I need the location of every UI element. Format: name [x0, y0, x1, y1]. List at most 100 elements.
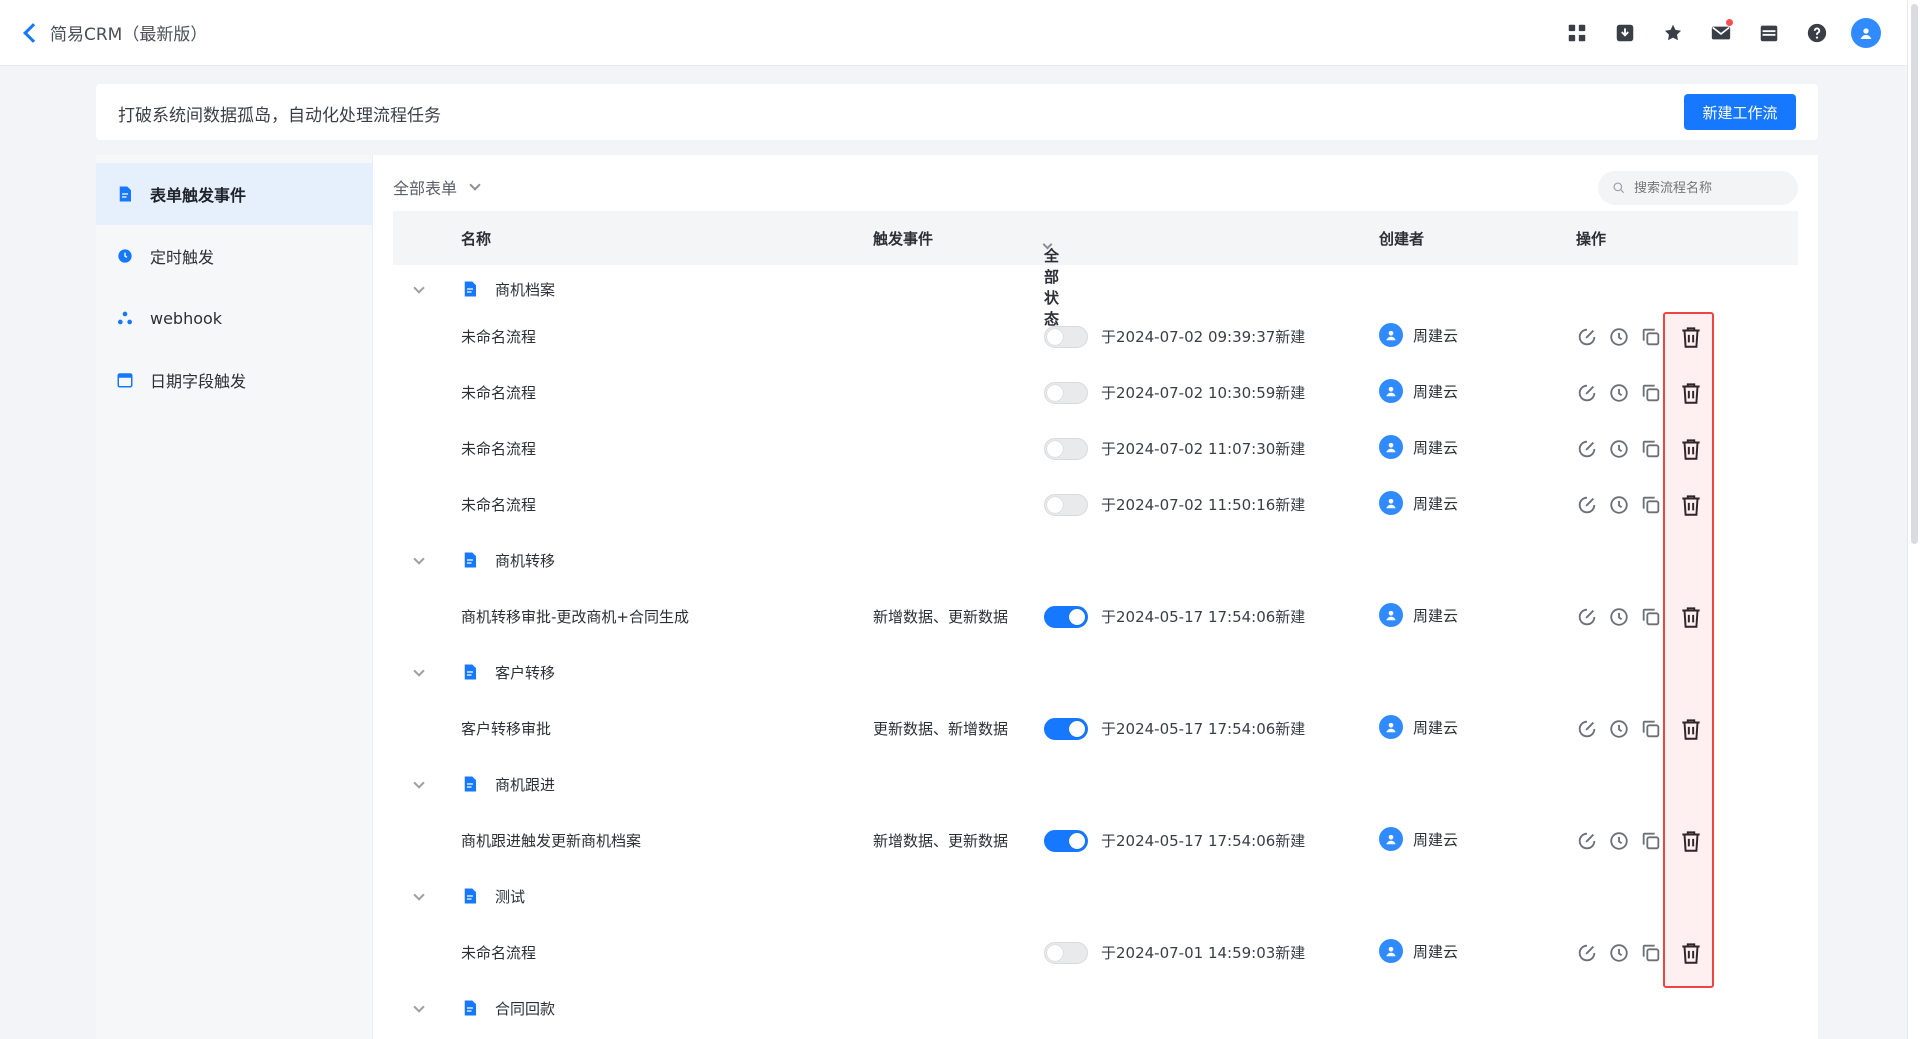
status-toggle[interactable] — [1044, 438, 1088, 460]
avatar — [1379, 939, 1403, 963]
edit-icon[interactable] — [1576, 830, 1598, 852]
status-toggle[interactable] — [1044, 830, 1088, 852]
table-row[interactable]: 未命名流程 于2024-07-02 11:07:30新建 周建云 — [393, 424, 1798, 472]
message-icon[interactable] — [1707, 19, 1735, 47]
sidebar-item-form-trigger[interactable]: 表单触发事件 — [96, 163, 373, 225]
toggle-knob — [1047, 441, 1063, 457]
workflow-name[interactable]: 未命名流程 — [461, 438, 536, 459]
table-row[interactable]: 未命名流程 于2024-07-01 14:59:03新建 周建云 — [393, 928, 1798, 976]
chevron-down-icon[interactable] — [413, 889, 425, 901]
workflow-name[interactable]: 客户转移审批 — [461, 718, 551, 739]
workflow-name[interactable]: 未命名流程 — [461, 326, 536, 347]
status-toggle[interactable] — [1044, 606, 1088, 628]
form-icon — [464, 664, 476, 680]
created-time: 于2024-07-02 11:07:30新建 — [1101, 440, 1306, 458]
help-icon[interactable] — [1803, 19, 1831, 47]
edit-icon[interactable] — [1576, 606, 1598, 628]
edit-icon[interactable] — [1576, 718, 1598, 740]
edit-icon[interactable] — [1576, 326, 1598, 348]
edit-icon[interactable] — [1576, 942, 1598, 964]
creator: 周建云 — [1379, 379, 1458, 403]
chevron-down-icon[interactable] — [413, 282, 425, 294]
calendar-icon[interactable] — [1755, 19, 1783, 47]
history-icon[interactable] — [1608, 718, 1630, 740]
sidebar-item-date-trigger[interactable]: 日期字段触发 — [96, 349, 373, 411]
webhook-icon — [116, 309, 134, 327]
edit-icon[interactable] — [1576, 438, 1598, 460]
chevron-left-icon — [23, 22, 43, 43]
trash-icon[interactable] — [1678, 604, 1704, 630]
history-icon[interactable] — [1608, 830, 1630, 852]
trash-icon[interactable] — [1678, 940, 1704, 966]
search-input[interactable] — [1634, 180, 1784, 196]
status-toggle[interactable] — [1044, 942, 1088, 964]
group-row[interactable]: 商机跟进 — [393, 760, 1798, 808]
creator: 周建云 — [1379, 323, 1458, 347]
creator-name: 周建云 — [1413, 494, 1459, 513]
form-filter-dropdown[interactable]: 全部表单 — [393, 175, 481, 199]
history-icon[interactable] — [1608, 942, 1630, 964]
copy-icon[interactable] — [1640, 438, 1662, 460]
trash-icon[interactable] — [1678, 324, 1704, 350]
table-row[interactable]: 未命名流程 于2024-07-02 11:50:16新建 周建云 — [393, 480, 1798, 528]
search-icon — [1613, 182, 1625, 194]
sidebar-item-webhook[interactable]: webhook — [96, 287, 373, 349]
copy-icon[interactable] — [1640, 494, 1662, 516]
page-scrollbar[interactable] — [1907, 0, 1921, 1039]
avatar[interactable] — [1851, 18, 1881, 48]
status-toggle[interactable] — [1044, 326, 1088, 348]
history-icon[interactable] — [1608, 438, 1630, 460]
download-icon[interactable] — [1611, 19, 1639, 47]
created-time: 于2024-05-17 17:54:06新建 — [1101, 608, 1306, 626]
apps-icon[interactable] — [1563, 19, 1591, 47]
scrollbar-thumb[interactable] — [1911, 4, 1918, 544]
copy-icon[interactable] — [1640, 382, 1662, 404]
trash-icon[interactable] — [1678, 716, 1704, 742]
status-toggle[interactable] — [1044, 382, 1088, 404]
copy-icon[interactable] — [1640, 718, 1662, 740]
history-icon[interactable] — [1608, 326, 1630, 348]
copy-icon[interactable] — [1640, 606, 1662, 628]
history-icon[interactable] — [1608, 606, 1630, 628]
status-toggle[interactable] — [1044, 494, 1088, 516]
trigger-events: 新增数据、更新数据 — [873, 608, 1009, 626]
trash-icon[interactable] — [1678, 828, 1704, 854]
history-icon[interactable] — [1608, 494, 1630, 516]
new-workflow-button[interactable]: 新建工作流 — [1684, 94, 1796, 130]
table-row[interactable]: 商机跟进触发更新商机档案 新增数据、更新数据 于2024-05-17 17:54:0… — [393, 816, 1798, 864]
avatar — [1379, 323, 1403, 347]
workflow-name[interactable]: 未命名流程 — [461, 382, 536, 403]
group-row[interactable]: 客户转移 — [393, 648, 1798, 696]
sidebar-item-timer-trigger[interactable]: 定时触发 — [96, 225, 373, 287]
status-toggle[interactable] — [1044, 718, 1088, 740]
chevron-down-icon[interactable] — [413, 1001, 425, 1013]
back-button[interactable]: 简易CRM（最新版） — [23, 20, 207, 45]
star-icon[interactable] — [1659, 19, 1687, 47]
workflow-name[interactable]: 未命名流程 — [461, 942, 536, 963]
group-row[interactable]: 商机转移 — [393, 536, 1798, 584]
copy-icon[interactable] — [1640, 830, 1662, 852]
group-row[interactable]: 商机档案 — [393, 265, 1798, 313]
trash-icon[interactable] — [1678, 492, 1704, 518]
toggle-knob — [1047, 497, 1063, 513]
chevron-down-icon[interactable] — [413, 777, 425, 789]
chevron-down-icon[interactable] — [413, 665, 425, 677]
copy-icon[interactable] — [1640, 326, 1662, 348]
trash-icon[interactable] — [1678, 380, 1704, 406]
table-row[interactable]: 客户转移审批 更新数据、新增数据 于2024-05-17 17:54:06新建 周建云 — [393, 704, 1798, 752]
workflow-name[interactable]: 商机转移审批-更改商机+合同生成 — [461, 606, 689, 627]
workflow-name[interactable]: 商机跟进触发更新商机档案 — [461, 830, 641, 851]
edit-icon[interactable] — [1576, 494, 1598, 516]
copy-icon[interactable] — [1640, 942, 1662, 964]
table-row[interactable]: 未命名流程 于2024-07-02 10:30:59新建 周建云 — [393, 368, 1798, 416]
history-icon[interactable] — [1608, 382, 1630, 404]
group-row[interactable]: 测试 — [393, 872, 1798, 920]
group-row[interactable]: 合同回款 — [393, 984, 1798, 1032]
chevron-down-icon[interactable] — [413, 553, 425, 565]
table-row[interactable]: 未命名流程 于2024-07-02 09:39:37新建 周建云 — [393, 312, 1798, 360]
edit-icon[interactable] — [1576, 382, 1598, 404]
table-row[interactable]: 商机转移审批-更改商机+合同生成 新增数据、更新数据 于2024-05-17 17:… — [393, 592, 1798, 640]
workflow-name[interactable]: 未命名流程 — [461, 494, 536, 515]
trash-icon[interactable] — [1678, 436, 1704, 462]
search-box[interactable] — [1598, 171, 1798, 205]
